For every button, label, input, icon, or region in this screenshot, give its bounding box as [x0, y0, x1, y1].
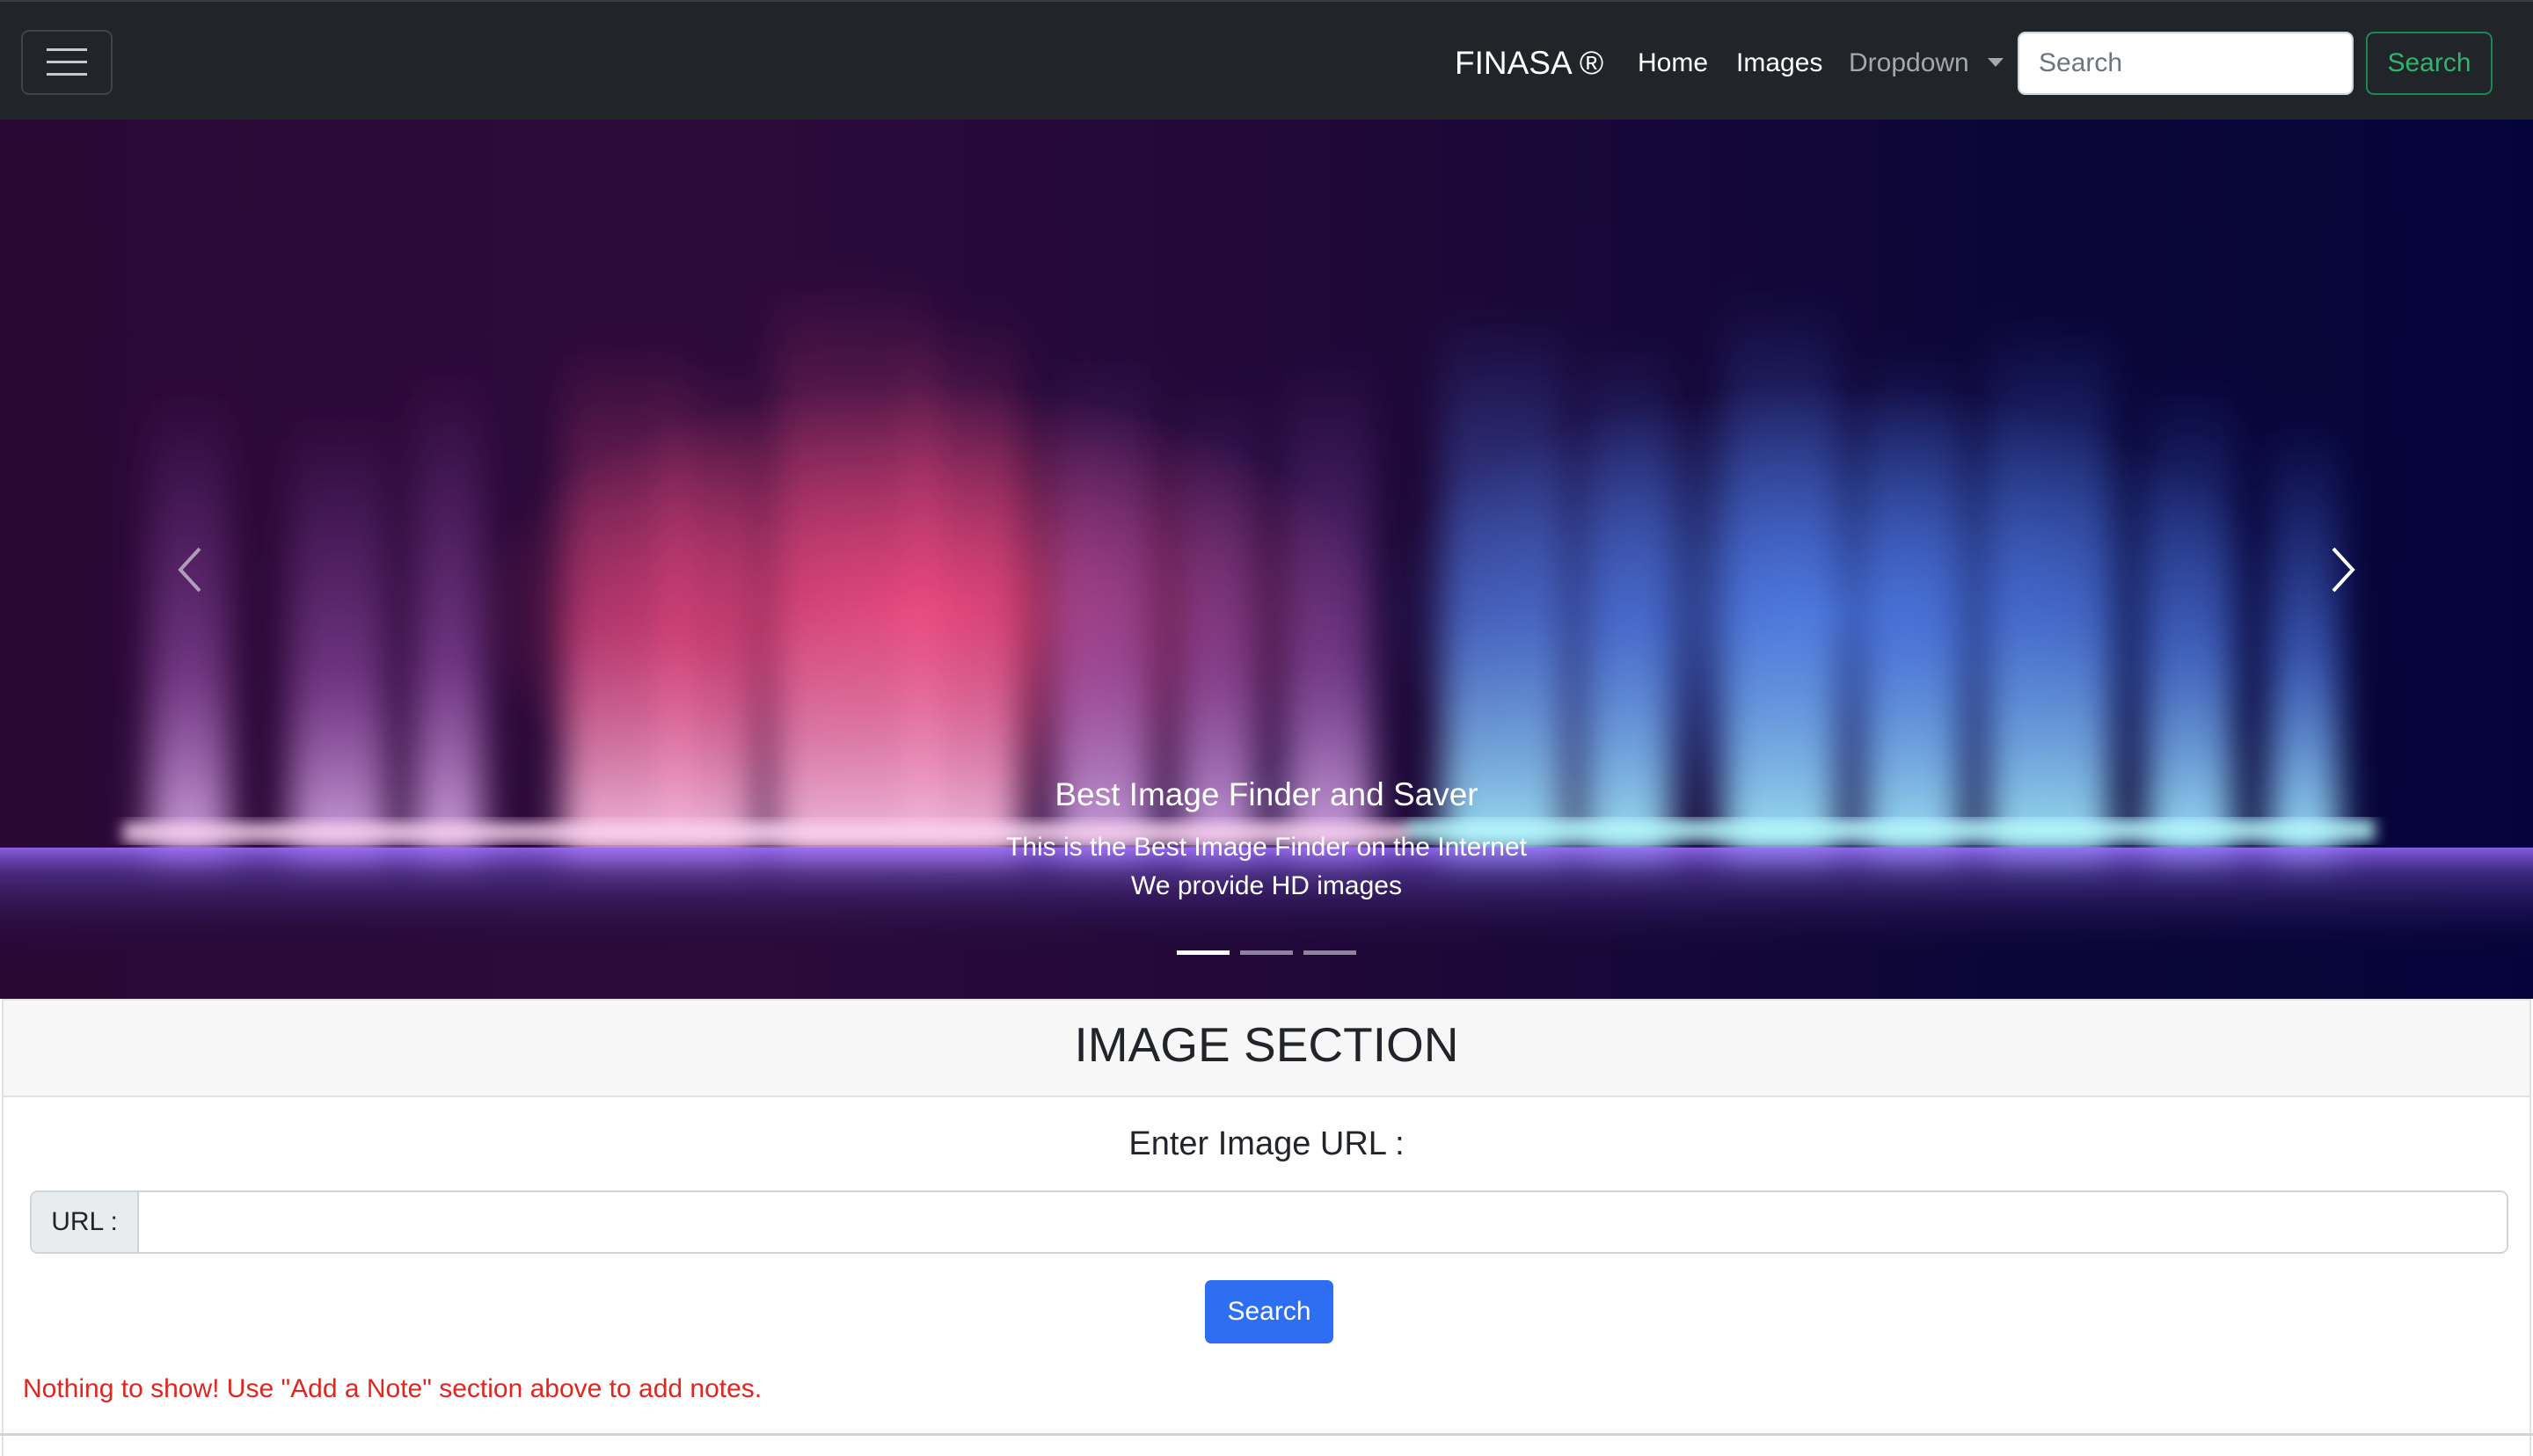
hero-carousel: Best Image Finder and Saver This is the …: [0, 120, 2533, 999]
image-section-title: IMAGE SECTION: [4, 1001, 2529, 1097]
image-url-input[interactable]: [139, 1192, 2507, 1252]
carousel-caption-text: This is the Best Image Finder on the Int…: [1006, 833, 1527, 862]
top-navbar: FINASA ® Home Images Dropdown Search: [0, 0, 2533, 120]
url-input-group: URL :: [30, 1190, 2508, 1254]
divider: [0, 1433, 2533, 1436]
url-input-label: URL :: [32, 1192, 139, 1252]
image-section-card: IMAGE SECTION Enter Image URL : URL : Se…: [2, 999, 2531, 1456]
empty-notes-message: Nothing to show! Use "Add a Note" sectio…: [23, 1374, 763, 1403]
chevron-right-icon: [2332, 547, 2355, 593]
brand-logo[interactable]: FINASA ®: [1455, 40, 1603, 86]
carousel-indicator-3[interactable]: [1303, 950, 1356, 955]
nav-dropdown-toggle[interactable]: Dropdown: [1849, 40, 1969, 86]
menu-toggle-button[interactable]: [21, 30, 113, 95]
caret-down-icon: [1988, 58, 2004, 67]
navbar-search-button[interactable]: Search: [2366, 32, 2493, 95]
carousel-indicator-1[interactable]: [1177, 950, 1230, 955]
carousel-caption-subtext: We provide HD images: [1131, 871, 1402, 900]
carousel-prev-button[interactable]: [155, 526, 225, 614]
nav-link-home[interactable]: Home: [1638, 40, 1708, 86]
carousel-caption-title: Best Image Finder and Saver: [1055, 776, 1478, 812]
image-search-button[interactable]: Search: [1205, 1280, 1333, 1343]
carousel-indicator-2[interactable]: [1240, 950, 1293, 955]
navbar-search-input[interactable]: [2018, 32, 2354, 95]
chevron-left-icon: [178, 547, 201, 593]
image-url-prompt: Enter Image URL :: [1128, 1125, 1405, 1162]
nav-link-images[interactable]: Images: [1736, 40, 1822, 86]
carousel-next-button[interactable]: [2308, 526, 2378, 614]
hamburger-icon: [47, 48, 87, 76]
